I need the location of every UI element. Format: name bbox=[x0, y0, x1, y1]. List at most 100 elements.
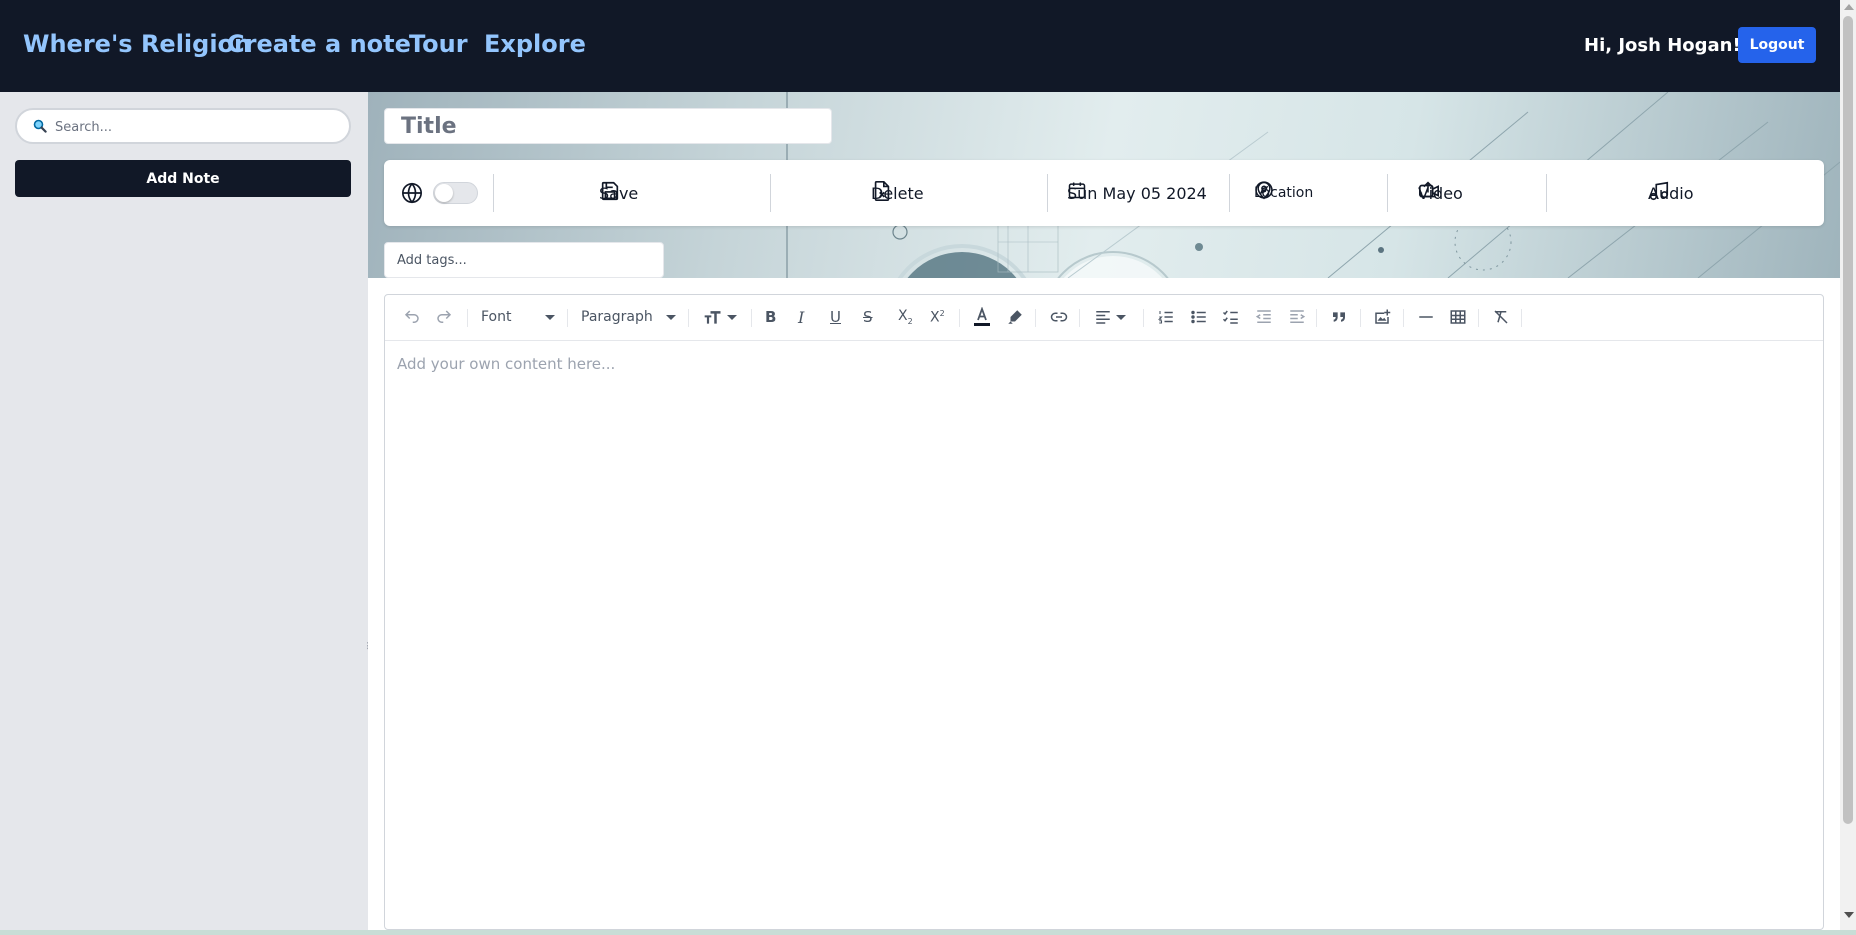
upload-icon bbox=[1420, 181, 1436, 198]
clear-format-button[interactable] bbox=[1492, 306, 1510, 328]
editor-divider bbox=[1316, 309, 1317, 327]
bold-button[interactable]: B bbox=[765, 306, 776, 328]
bold-icon: B bbox=[765, 308, 777, 326]
title-input[interactable] bbox=[384, 108, 832, 144]
indent-button[interactable] bbox=[1288, 306, 1306, 328]
undo-button[interactable] bbox=[403, 306, 421, 328]
nav-tour[interactable]: Tour bbox=[409, 30, 468, 58]
subscript-button[interactable]: X2 bbox=[898, 306, 913, 328]
strikethrough-icon: S bbox=[863, 308, 873, 326]
page-scrollbar[interactable] bbox=[1840, 0, 1856, 930]
indent-icon bbox=[1290, 310, 1306, 323]
quote-icon bbox=[1333, 312, 1345, 322]
highlight-button[interactable] bbox=[1006, 306, 1024, 328]
link-icon bbox=[1050, 312, 1068, 322]
search-input[interactable] bbox=[55, 116, 335, 138]
font-select[interactable]: Font bbox=[481, 306, 555, 328]
toolbar-divider bbox=[493, 174, 494, 212]
search-box bbox=[15, 108, 351, 144]
globe-icon bbox=[402, 182, 422, 204]
editor-divider bbox=[688, 309, 689, 327]
tags-input[interactable] bbox=[384, 242, 664, 278]
strikethrough-button[interactable]: S bbox=[863, 306, 873, 328]
editor-divider bbox=[1079, 309, 1080, 327]
insert-image-button[interactable] bbox=[1373, 306, 1391, 328]
compass-icon bbox=[1255, 181, 1273, 199]
outdent-icon bbox=[1255, 310, 1271, 323]
editor-divider bbox=[1403, 309, 1404, 327]
toolbar-divider bbox=[770, 174, 771, 212]
insert-table-button[interactable] bbox=[1449, 306, 1467, 328]
editor-divider bbox=[1478, 309, 1479, 327]
image-add-icon bbox=[1375, 309, 1391, 324]
delete-button[interactable]: Delete bbox=[871, 180, 924, 206]
chevron-down-icon bbox=[727, 314, 737, 320]
italic-icon: I bbox=[798, 307, 805, 327]
brand-link[interactable]: Where's Religion bbox=[23, 30, 251, 58]
block-type-select[interactable]: Paragraph bbox=[581, 306, 676, 328]
editor-toolbar: Font Paragraph B I U S X2 X2 bbox=[385, 295, 1823, 341]
align-button[interactable] bbox=[1094, 306, 1126, 328]
redo-button[interactable] bbox=[435, 306, 453, 328]
bullet-list-button[interactable] bbox=[1190, 306, 1208, 328]
toggle-knob bbox=[435, 184, 453, 202]
editor-divider bbox=[467, 309, 468, 327]
todo-list-button[interactable] bbox=[1222, 306, 1240, 328]
nav-explore[interactable]: Explore bbox=[484, 30, 586, 58]
note-toolbar: Save Delete Sun May 05 2024 Location Vid… bbox=[384, 160, 1824, 226]
chevron-down-icon bbox=[1116, 314, 1126, 320]
magnifier-icon bbox=[33, 119, 47, 133]
scrollbar-thumb[interactable] bbox=[1843, 16, 1853, 824]
rich-text-editor: Font Paragraph B I U S X2 X2 Add your ow… bbox=[384, 294, 1824, 930]
editor-divider bbox=[567, 309, 568, 327]
editor-content[interactable]: Add your own content here... bbox=[397, 355, 615, 373]
top-navbar: Where's Religion Create a note Tour Expl… bbox=[0, 0, 1840, 92]
nav-create-note[interactable]: Create a note bbox=[227, 30, 411, 58]
blockquote-button[interactable] bbox=[1331, 306, 1347, 328]
checklist-icon bbox=[1222, 310, 1238, 324]
clear-format-icon bbox=[1494, 310, 1508, 324]
underline-button[interactable]: U bbox=[830, 306, 841, 328]
bullet-list-icon bbox=[1191, 310, 1206, 324]
superscript-button[interactable]: X2 bbox=[930, 306, 945, 328]
toolbar-divider bbox=[1229, 174, 1230, 212]
redo-icon bbox=[437, 310, 452, 323]
save-button[interactable]: Save bbox=[599, 180, 638, 206]
undo-icon bbox=[404, 310, 419, 323]
chevron-down-icon bbox=[666, 314, 676, 320]
public-toggle[interactable] bbox=[433, 182, 478, 204]
table-icon bbox=[1450, 310, 1466, 324]
add-note-button[interactable]: Add Note bbox=[15, 160, 351, 197]
delete-file-icon bbox=[874, 181, 890, 201]
text-color-button[interactable] bbox=[973, 306, 991, 328]
italic-button[interactable]: I bbox=[798, 306, 804, 328]
toolbar-divider bbox=[1387, 174, 1388, 212]
editor-divider bbox=[1521, 309, 1522, 327]
horizontal-rule-button[interactable] bbox=[1417, 306, 1435, 328]
editor-divider bbox=[959, 309, 960, 327]
block-type-label: Paragraph bbox=[581, 309, 653, 325]
editor-divider bbox=[1360, 309, 1361, 327]
notes-sidebar: Add Note ⠇ bbox=[0, 92, 373, 930]
font-size-button[interactable] bbox=[703, 306, 737, 328]
date-picker[interactable]: Sun May 05 2024 bbox=[1067, 180, 1207, 206]
editor-divider bbox=[1035, 309, 1036, 327]
editor-divider bbox=[1143, 309, 1144, 327]
logout-button[interactable]: Logout bbox=[1738, 27, 1816, 63]
outdent-button[interactable] bbox=[1255, 306, 1273, 328]
audio-button[interactable]: Audio bbox=[1648, 180, 1693, 206]
chevron-down-icon bbox=[545, 314, 555, 320]
subscript-icon: X2 bbox=[898, 308, 913, 326]
note-editor-area: Save Delete Sun May 05 2024 bbox=[368, 92, 1840, 930]
superscript-icon: X2 bbox=[930, 308, 945, 326]
toolbar-divider bbox=[1546, 174, 1547, 212]
scroll-down-arrow-icon[interactable] bbox=[1844, 912, 1854, 918]
window-bottom-edge bbox=[0, 930, 1856, 935]
location-button[interactable]: Location bbox=[1254, 180, 1313, 206]
scroll-up-arrow-icon[interactable] bbox=[1844, 4, 1854, 10]
numbered-list-button[interactable] bbox=[1157, 306, 1175, 328]
banner-background: Save Delete Sun May 05 2024 bbox=[368, 92, 1840, 278]
save-icon bbox=[601, 181, 619, 201]
link-button[interactable] bbox=[1049, 306, 1069, 328]
video-button[interactable]: Video bbox=[1418, 180, 1463, 206]
